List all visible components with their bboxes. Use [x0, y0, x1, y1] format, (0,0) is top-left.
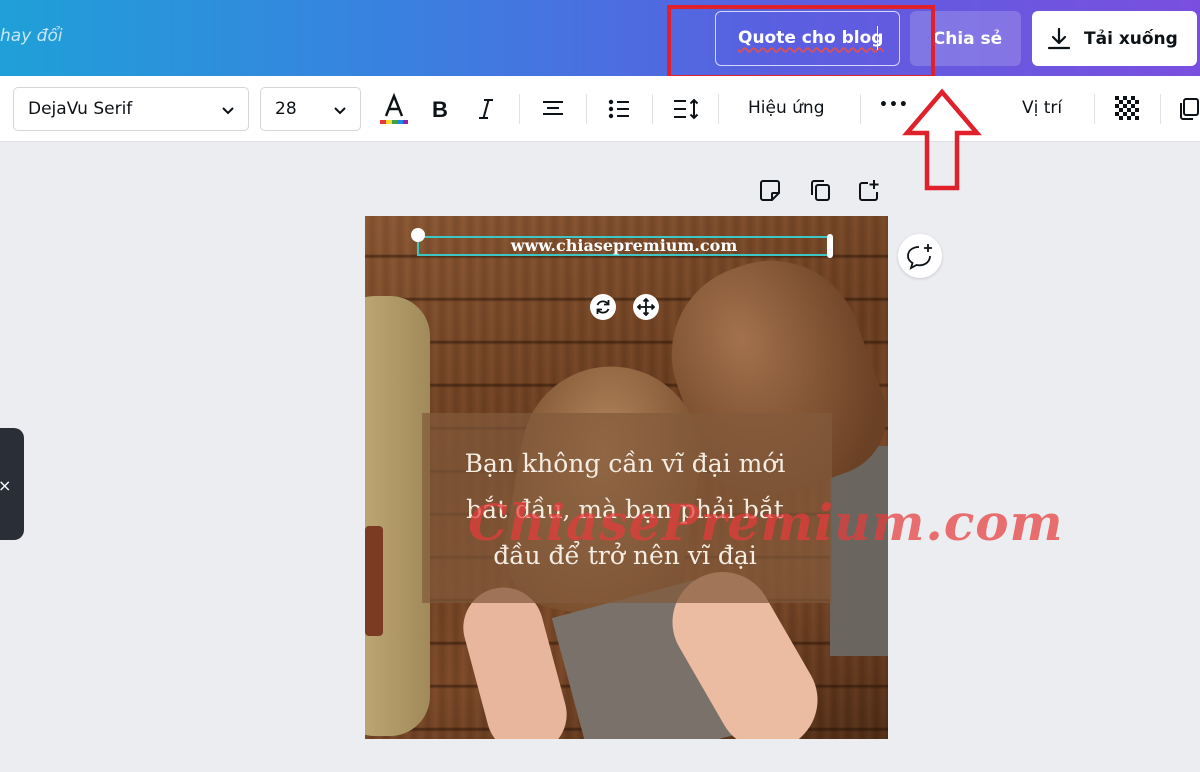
effects-button[interactable]: Hiệu ứng	[748, 98, 824, 118]
text-color-icon	[380, 92, 408, 124]
red-arrow-annotation	[902, 88, 982, 191]
bold-button[interactable]: B	[428, 92, 452, 126]
rotate-icon	[596, 300, 610, 314]
close-icon[interactable]: ×	[0, 476, 11, 495]
toolbar-divider	[1094, 94, 1095, 124]
chevron-down-icon	[222, 107, 234, 115]
backpack-photo	[365, 296, 430, 736]
share-button-label: Chia sẻ	[932, 28, 1003, 49]
svg-text:B: B	[432, 97, 448, 121]
toolbar-divider	[860, 94, 861, 124]
duplicate-page-icon[interactable]	[808, 178, 832, 204]
font-size-select[interactable]: 28	[260, 87, 361, 131]
backpack-strap	[365, 526, 383, 636]
bullet-list-icon	[608, 99, 629, 119]
text-toolbar: DejaVu Serif 28 B Hiệu ứng ••• Vị trí	[0, 76, 1200, 142]
copy-style-button[interactable]	[1178, 92, 1200, 126]
move-icon	[637, 298, 655, 316]
font-size-value: 28	[275, 99, 297, 119]
toolbar-divider	[652, 94, 653, 124]
quote-line: Bạn không cần vĩ đại mới	[464, 449, 786, 478]
position-button[interactable]: Vị trí	[1022, 98, 1062, 118]
download-button[interactable]: Tải xuống	[1032, 11, 1197, 66]
line-spacing-icon	[674, 98, 699, 120]
resize-handle[interactable]	[411, 228, 425, 242]
selected-text-box[interactable]: www.chiasepremium.com	[417, 236, 831, 256]
align-center-button[interactable]	[540, 92, 566, 126]
move-button[interactable]	[633, 294, 659, 320]
chevron-down-icon	[334, 107, 346, 115]
toolbar-divider	[1160, 94, 1161, 124]
font-family-value: DejaVu Serif	[28, 99, 133, 119]
italic-icon	[479, 99, 493, 119]
bold-icon: B	[432, 97, 448, 121]
download-icon	[1047, 27, 1071, 49]
copy-style-icon	[1180, 98, 1199, 120]
text-color-button[interactable]	[378, 92, 410, 126]
toolbar-divider	[519, 94, 520, 124]
website-text: www.chiasepremium.com	[510, 236, 738, 255]
toolbar-divider	[586, 94, 587, 124]
italic-button[interactable]	[474, 92, 498, 126]
font-family-select[interactable]: DejaVu Serif	[13, 87, 249, 131]
resize-handle[interactable]	[827, 234, 833, 258]
spacing-button[interactable]	[672, 92, 700, 126]
watermark-text: ChiasePremium.com	[468, 493, 1064, 552]
note-icon[interactable]	[758, 178, 782, 204]
transparency-button[interactable]	[1114, 92, 1142, 126]
add-comment-button[interactable]	[898, 234, 942, 278]
comment-add-icon	[907, 244, 932, 270]
list-button[interactable]	[606, 92, 632, 126]
align-center-icon	[543, 101, 563, 115]
design-canvas[interactable]: Bạn không cần vĩ đại mới bắt đầu, mà bạn…	[365, 216, 888, 739]
toolbar-divider	[718, 94, 719, 124]
add-page-icon[interactable]	[857, 178, 881, 204]
unsaved-status: hay đổi	[0, 26, 63, 46]
transparency-icon	[1115, 96, 1141, 122]
red-highlight-annotation	[667, 5, 935, 79]
download-button-label: Tải xuống	[1084, 28, 1178, 49]
rotate-button[interactable]	[590, 294, 616, 320]
